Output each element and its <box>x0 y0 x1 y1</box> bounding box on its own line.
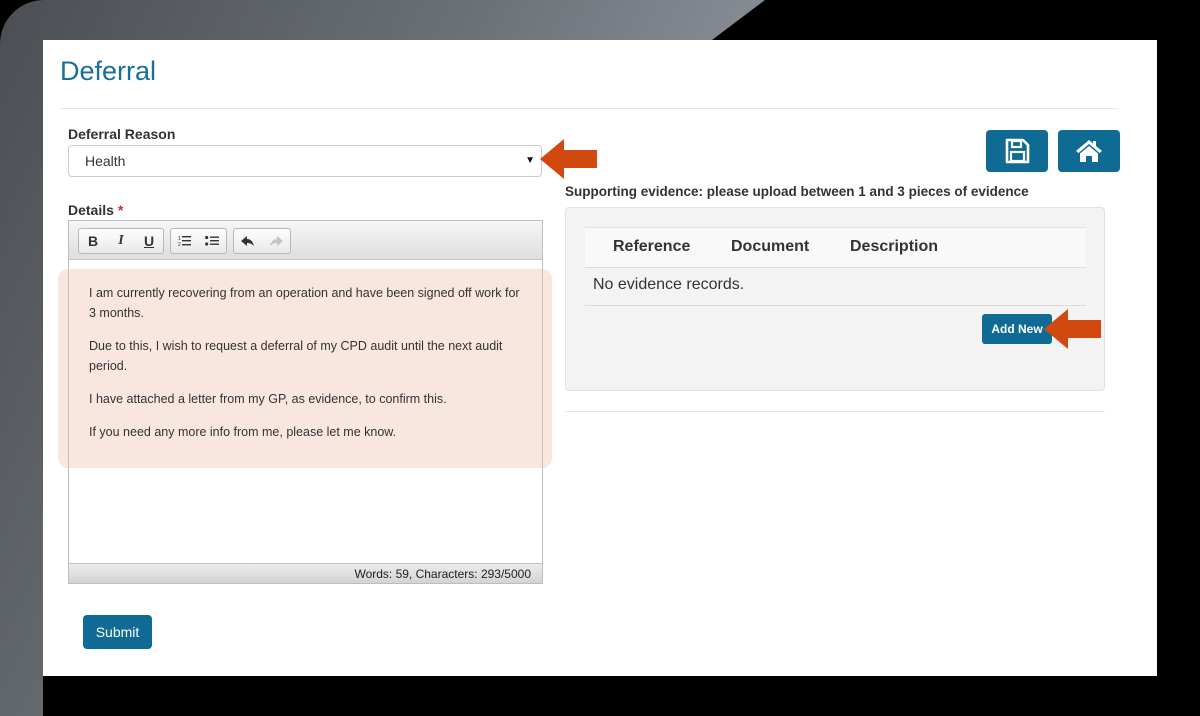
deferral-reason-value: Health <box>85 153 126 169</box>
underline-button[interactable]: U <box>135 229 163 253</box>
save-icon <box>1005 138 1030 164</box>
svg-text:2: 2 <box>178 242 181 247</box>
page-screen: Deferral Deferral Reason Health ▼ Detail… <box>43 40 1157 676</box>
home-icon <box>1076 140 1102 162</box>
section-divider <box>565 411 1105 412</box>
details-label: Details * <box>68 202 123 218</box>
home-button[interactable] <box>1058 130 1120 172</box>
details-paragraph: Due to this, I wish to request a deferra… <box>89 339 503 373</box>
word-count-status: Words: 59, Characters: 293/5000 <box>69 563 542 583</box>
bold-button[interactable]: B <box>79 229 107 253</box>
supporting-evidence-heading: Supporting evidence: please upload betwe… <box>565 184 1029 199</box>
column-header-document: Document <box>731 238 810 255</box>
title-divider <box>60 108 1119 109</box>
save-button[interactable] <box>986 130 1048 172</box>
bullet-list-icon <box>205 235 220 246</box>
empty-evidence-message: No evidence records. <box>593 276 745 293</box>
redo-button[interactable] <box>262 229 290 253</box>
table-divider <box>585 305 1086 306</box>
list-button-group: 1 2 <box>170 228 227 254</box>
format-button-group: B I U <box>78 228 164 254</box>
deferral-reason-select[interactable]: Health ▼ <box>68 145 542 177</box>
history-button-group <box>233 228 291 254</box>
details-paragraph: I have attached a letter from my GP, as … <box>89 392 447 406</box>
details-label-text: Details <box>68 202 114 218</box>
annotation-arrow-add-new <box>1044 309 1101 349</box>
evidence-panel: Reference Document Description No eviden… <box>565 207 1105 391</box>
device-frame: Deferral Deferral Reason Health ▼ Detail… <box>0 0 1200 716</box>
add-new-evidence-button[interactable]: Add New <box>982 314 1052 344</box>
redo-icon <box>270 236 283 246</box>
undo-button[interactable] <box>234 229 262 253</box>
column-header-reference: Reference <box>613 238 691 255</box>
undo-icon <box>241 236 254 246</box>
details-paragraph: If you need any more info from me, pleas… <box>89 425 397 439</box>
ordered-list-button[interactable]: 1 2 <box>171 229 199 253</box>
required-marker: * <box>117 202 124 218</box>
bullet-list-button[interactable] <box>199 229 227 253</box>
italic-button[interactable]: I <box>107 229 135 253</box>
column-header-description: Description <box>850 238 939 255</box>
details-paragraph: I am currently recovering from an operat… <box>89 286 520 320</box>
page-title: Deferral <box>60 56 157 86</box>
evidence-table-header: Reference Document Description <box>585 227 1086 268</box>
editor-toolbar: B I U 1 2 <box>69 221 542 260</box>
ordered-list-icon: 1 2 <box>178 236 191 247</box>
deferral-reason-label: Deferral Reason <box>68 126 176 142</box>
submit-button[interactable]: Submit <box>83 615 152 649</box>
caret-down-icon: ▼ <box>525 155 535 166</box>
annotation-arrow-reason <box>540 139 597 179</box>
